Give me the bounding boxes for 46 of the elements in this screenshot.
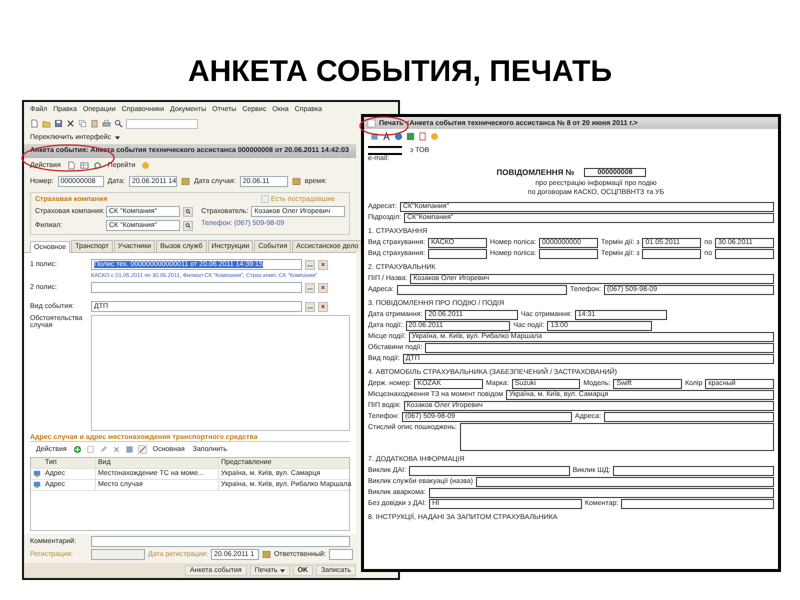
- cross-icon: [320, 261, 326, 268]
- caret-icon: [115, 136, 120, 140]
- value-box: [539, 249, 598, 259]
- text-field[interactable]: [91, 282, 302, 293]
- copy-icon[interactable]: [86, 445, 95, 454]
- calendar-icon[interactable]: [262, 550, 271, 559]
- comment-field[interactable]: [91, 536, 350, 547]
- text-field[interactable]: [91, 549, 145, 560]
- document-icon[interactable]: [66, 161, 76, 170]
- add-icon[interactable]: [72, 445, 82, 454]
- monitor-icon: [33, 470, 41, 478]
- value-box: [642, 249, 702, 259]
- document-heading: ПОВІДОМЛЕННЯ №: [496, 168, 574, 177]
- scissors-icon[interactable]: [66, 119, 75, 128]
- table-icon[interactable]: [80, 161, 89, 170]
- clear-button[interactable]: [318, 282, 328, 292]
- clear-button[interactable]: [318, 302, 328, 312]
- font-icon[interactable]: [382, 132, 391, 141]
- choose-button[interactable]: [183, 206, 194, 216]
- search-field[interactable]: [126, 118, 198, 128]
- window-icon: [367, 118, 376, 128]
- search-icon[interactable]: [114, 119, 123, 128]
- folder-icon[interactable]: [42, 119, 51, 128]
- text-field[interactable]: [328, 549, 353, 560]
- delete-icon[interactable]: [112, 445, 121, 454]
- clear-button[interactable]: [318, 260, 328, 270]
- printer-icon[interactable]: [102, 119, 111, 128]
- search-icon: [185, 222, 192, 229]
- choose-button[interactable]: [305, 282, 315, 292]
- value-box: [715, 249, 774, 259]
- calendar-icon[interactable]: [180, 177, 190, 186]
- caret-icon: [280, 568, 285, 572]
- choose-button[interactable]: [305, 260, 315, 270]
- search-icon: [185, 208, 192, 215]
- cross-icon: [320, 303, 326, 310]
- cross-icon: [320, 284, 326, 291]
- monitor-icon: [33, 481, 41, 489]
- choose-button[interactable]: [183, 220, 194, 230]
- document-icon[interactable]: [30, 119, 39, 128]
- filter-off-icon[interactable]: [138, 445, 147, 454]
- choose-button[interactable]: [305, 302, 315, 312]
- copy-icon[interactable]: [78, 119, 87, 128]
- redacted-block: [368, 146, 402, 155]
- calendar-icon[interactable]: [292, 177, 301, 186]
- value-box: [428, 249, 488, 259]
- slide-title: АНКЕТА СОБЫТИЯ, ПЕЧАТЬ: [186, 54, 614, 89]
